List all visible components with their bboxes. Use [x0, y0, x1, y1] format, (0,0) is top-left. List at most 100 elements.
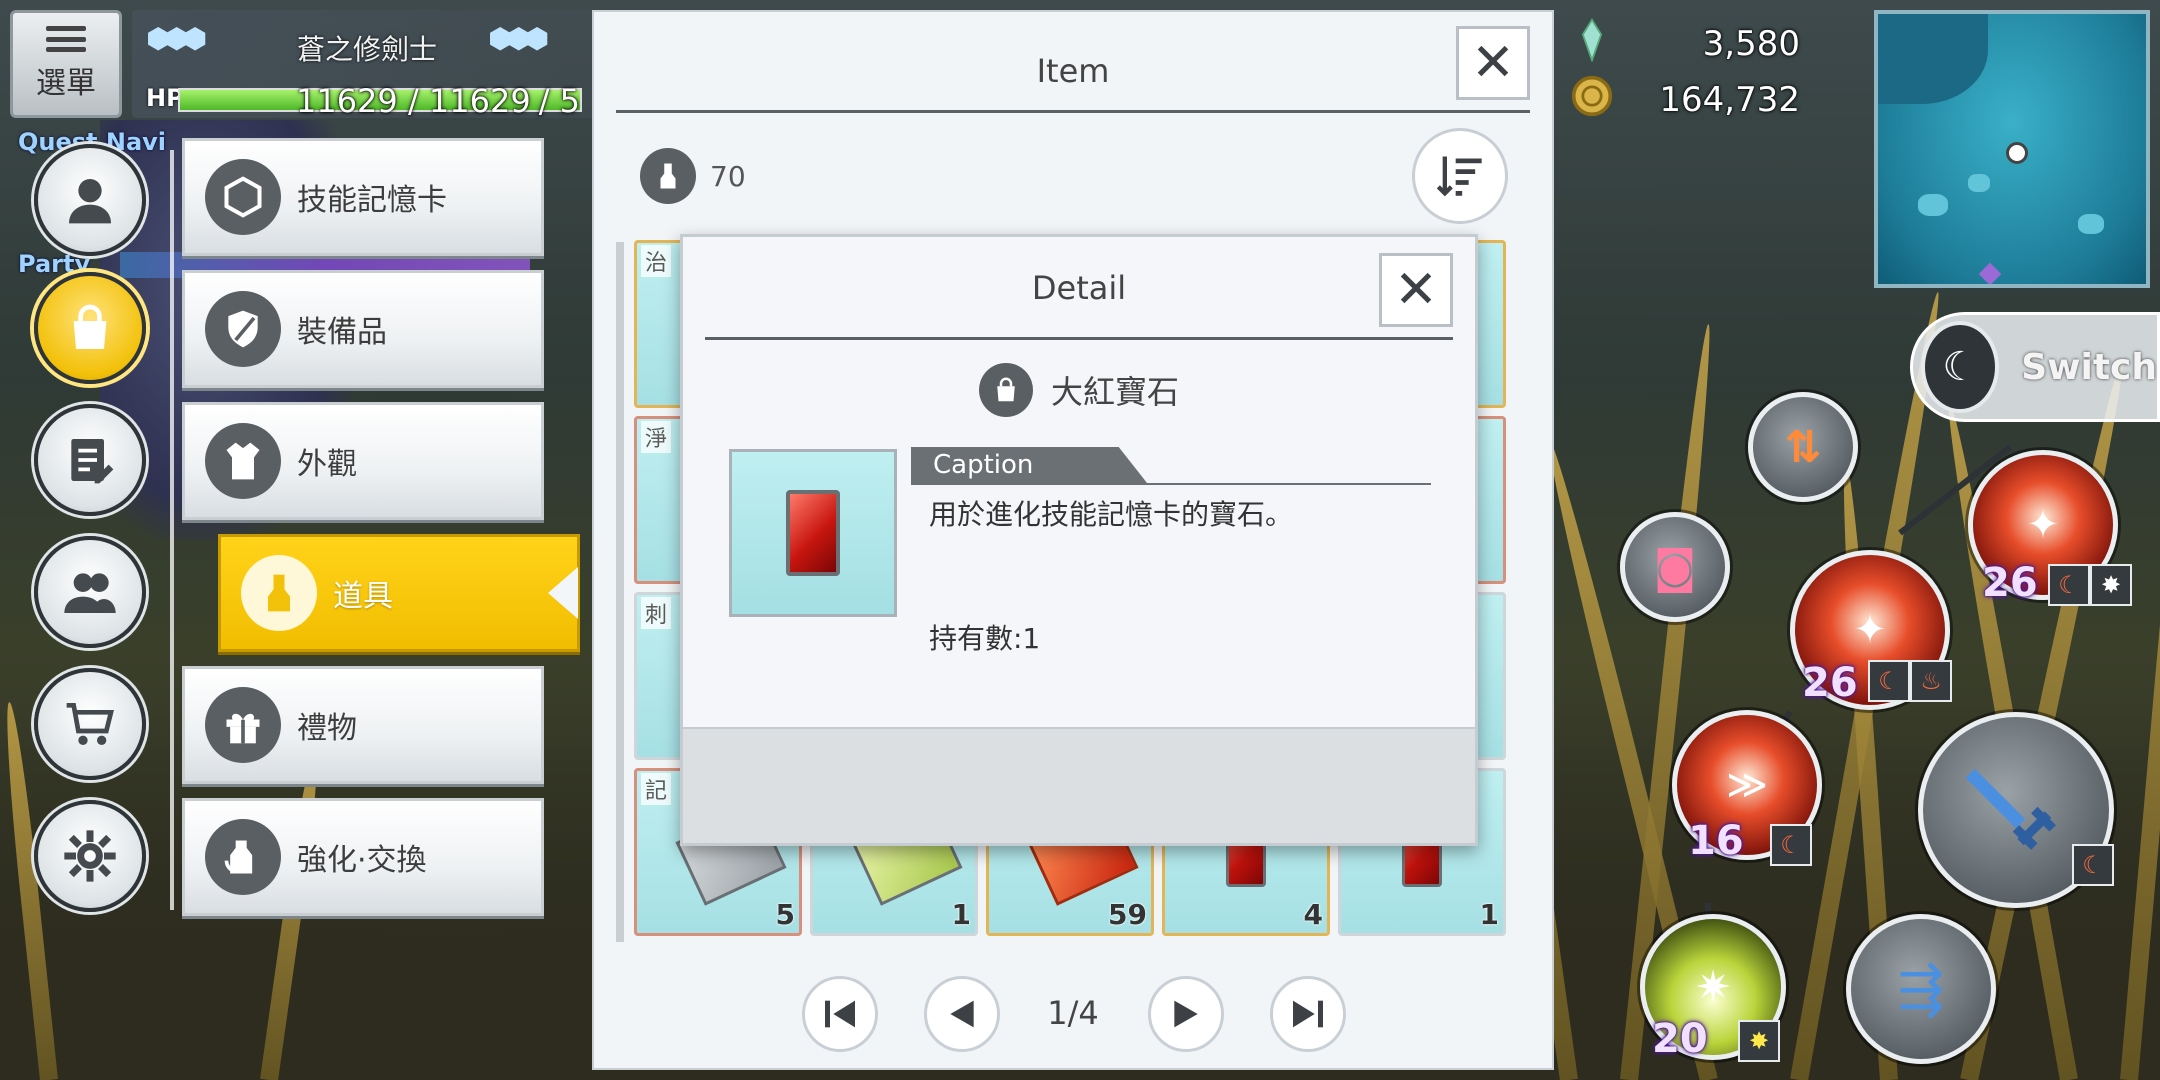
- owned-count: 持有數:1: [929, 622, 1041, 655]
- submenu-equipment[interactable]: 裝備品: [182, 270, 544, 388]
- main-menu-button[interactable]: 選單: [10, 10, 122, 118]
- shield-sword-icon: [205, 291, 281, 367]
- next-page-button[interactable]: [1148, 976, 1224, 1052]
- item-panel-title: Item: [1036, 52, 1110, 90]
- item-category-label: 淨: [641, 421, 672, 453]
- party-icon: [64, 573, 116, 613]
- detail-item-name-row: 大紅寶石: [683, 363, 1475, 417]
- skill-card-icon: [205, 159, 281, 235]
- item-quantity: 4: [1303, 898, 1323, 931]
- pager: 1/4: [594, 976, 1552, 1056]
- upgrade-exchange-icon: [205, 819, 281, 895]
- coin-icon: [1571, 75, 1613, 117]
- detail-close-button[interactable]: ✕: [1379, 253, 1453, 327]
- submenu-label: 裝備品: [297, 315, 387, 350]
- submenu-label: 禮物: [297, 711, 357, 746]
- divider: [705, 337, 1453, 340]
- player-location-icon: [2006, 142, 2028, 164]
- bag-icon: [73, 304, 107, 349]
- skill-level: 26: [1802, 660, 1858, 706]
- sword-icon: [1965, 768, 2056, 850]
- coat-icon: [205, 423, 281, 499]
- slash-mini-icon: ☾: [2048, 564, 2090, 606]
- coin-currency: 164,732: [1560, 74, 1812, 124]
- last-page-button[interactable]: [1270, 976, 1346, 1052]
- submenu-gifts[interactable]: 禮物: [182, 666, 544, 784]
- dash-button[interactable]: ⇶: [1846, 914, 1996, 1064]
- sort-button[interactable]: [1412, 128, 1508, 224]
- minimap-terrain: [1968, 174, 1990, 192]
- skip-last-icon: [1293, 1000, 1323, 1028]
- minimap-terrain: [1878, 14, 1988, 104]
- red-gem-icon: [786, 490, 840, 576]
- screenshot-button[interactable]: ◙: [1620, 512, 1730, 622]
- weapon-swap-button[interactable]: ⇅: [1748, 392, 1858, 502]
- submenu-label: 技能記憶卡: [297, 183, 447, 218]
- nav-shop[interactable]: [34, 668, 146, 780]
- minimap-terrain: [2078, 214, 2104, 234]
- waypoint-marker-icon: [1978, 262, 2002, 284]
- nav-party[interactable]: [34, 536, 146, 648]
- detail-item-thumbnail: [729, 449, 897, 617]
- crystal-currency: 3,580: [1560, 18, 1812, 68]
- hp-value: 11629 / 11629/ 5: [296, 82, 580, 120]
- burst-mini-icon: ✸: [1738, 1020, 1780, 1062]
- hp-trailing-text: / 5: [538, 82, 580, 120]
- axe-swap-icon: ⇅: [1784, 421, 1822, 473]
- player-name: 蒼之修劍士: [296, 33, 437, 66]
- item-count: 70: [640, 148, 746, 204]
- camera-icon: ◙: [1653, 541, 1697, 593]
- gear-icon: [64, 830, 116, 882]
- item-panel-close-button[interactable]: ✕: [1456, 26, 1530, 100]
- potion-icon: [640, 148, 696, 204]
- sort-icon: [1436, 156, 1482, 197]
- divider: [616, 110, 1530, 113]
- nav-profile[interactable]: [34, 144, 146, 256]
- item-quantity: 1: [1479, 898, 1499, 931]
- gift-icon: [205, 687, 281, 763]
- caption-tag: Caption: [911, 447, 1147, 483]
- skill-level: 16: [1688, 818, 1744, 864]
- crescent-sparkle-icon: ☾: [1921, 321, 2000, 413]
- slash-mini-icon: ☾: [1770, 824, 1812, 866]
- quest-log-icon: [71, 439, 114, 484]
- page-indicator: 1/4: [1047, 994, 1099, 1032]
- slash-mini-icon: ☾: [2072, 844, 2114, 886]
- skill-level: 20: [1652, 1016, 1708, 1062]
- skill-level: 26: [1982, 560, 2038, 606]
- hp-value-text: 11629 / 11629: [295, 82, 531, 120]
- detail-dialog: Detail ✕ 大紅寶石 Caption 用於進化技能記憶卡的寶石。 持有數:…: [680, 234, 1478, 846]
- flame-mini-icon: ♨: [1910, 660, 1952, 702]
- shop-cart-icon: [66, 703, 114, 745]
- running-icon: ⇶: [1897, 956, 1945, 1022]
- hamburger-icon: [46, 26, 86, 52]
- switch-button[interactable]: ☾ Switch: [1910, 312, 2160, 422]
- detail-title: Detail: [1031, 269, 1127, 307]
- player-status-panel: ⬢⬢⬢ ⬢⬢⬢ 蒼之修劍士 HP 11629 / 11629/ 5: [132, 10, 602, 120]
- submenu-skill-cards[interactable]: 技能記憶卡: [182, 138, 544, 256]
- submenu-label: 強化·交換: [297, 843, 427, 878]
- minimap[interactable]: [1874, 10, 2150, 288]
- detail-footer: [683, 727, 1475, 843]
- light-burst-icon: ✷: [1694, 961, 1732, 1013]
- play-right-icon: [1174, 1000, 1198, 1028]
- nav-quest-log[interactable]: [34, 404, 146, 516]
- slash-mini-icon: ☾: [1868, 660, 1910, 702]
- profile-icon: [69, 179, 111, 224]
- slash-sparkle-icon: ✦: [1853, 607, 1887, 653]
- close-icon: ✕: [1471, 33, 1515, 93]
- item-quantity: 1: [951, 898, 971, 931]
- submenu-label: 外觀: [297, 447, 357, 482]
- slash-sparkle-icon: ✦: [2026, 502, 2060, 548]
- item-category-label: 治: [641, 245, 672, 277]
- submenu-appearance[interactable]: 外觀: [182, 402, 544, 520]
- submenu-items[interactable]: 道具: [218, 534, 580, 652]
- nav-settings[interactable]: [34, 800, 146, 912]
- submenu-upgrade-exchange[interactable]: 強化·交換: [182, 798, 544, 916]
- crystal-amount: 3,580: [1702, 24, 1800, 64]
- bag-icon: [978, 363, 1033, 417]
- nav-items[interactable]: [34, 272, 146, 384]
- burst-mini-icon: ✸: [2090, 564, 2132, 606]
- item-quantity: 5: [775, 898, 795, 931]
- close-icon: ✕: [1394, 260, 1438, 320]
